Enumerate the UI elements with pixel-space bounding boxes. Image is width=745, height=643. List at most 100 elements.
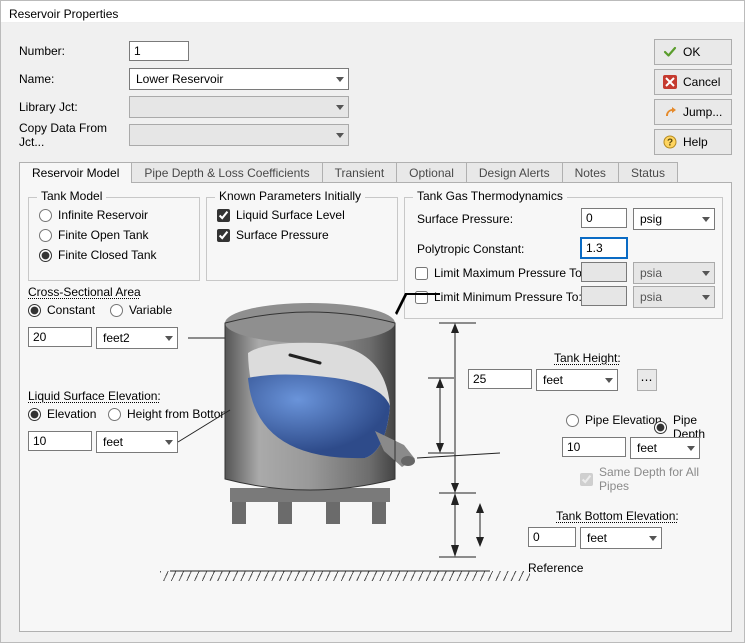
combo-text: psig xyxy=(640,212,662,226)
jump-button[interactable]: Jump... xyxy=(654,99,732,125)
radio-finite-closed-tank[interactable]: Finite Closed Tank xyxy=(39,248,157,262)
tank-diagram xyxy=(170,283,500,613)
chevron-down-icon xyxy=(702,295,710,300)
tab-status[interactable]: Status xyxy=(618,162,678,183)
tab-strip: Reservoir Model Pipe Depth & Loss Coeffi… xyxy=(19,159,732,183)
label-liquid-surface-elevation: Liquid Surface Elevation: xyxy=(28,389,161,403)
combo-text: feet xyxy=(103,435,123,449)
input-polytropic-constant[interactable] xyxy=(581,238,627,258)
check-surface-pressure[interactable]: Surface Pressure xyxy=(217,228,329,242)
tab-design-alerts[interactable]: Design Alerts xyxy=(466,162,563,183)
dialog-window: Reservoir Properties Number: Name: Lower… xyxy=(0,0,745,643)
input-number[interactable] xyxy=(129,41,189,61)
chevron-down-icon xyxy=(702,217,710,222)
header-form: Number: Name: Lower Reservoir Library Jc… xyxy=(19,39,349,151)
chevron-down-icon xyxy=(336,105,344,110)
combo-text: psia xyxy=(640,266,662,280)
chevron-down-icon xyxy=(687,446,695,451)
tab-panel-reservoir-model: Tank Model Infinite Reservoir Finite Ope… xyxy=(19,182,732,632)
chevron-down-icon xyxy=(336,77,344,82)
tab-pipe-depth[interactable]: Pipe Depth & Loss Coefficients xyxy=(131,162,322,183)
tab-reservoir-model[interactable]: Reservoir Model xyxy=(19,162,132,183)
combo-tank-height-unit[interactable]: feet xyxy=(536,369,618,391)
check-label: Liquid Surface Level xyxy=(236,208,345,222)
tab-transient[interactable]: Transient xyxy=(322,162,398,183)
label-name: Name: xyxy=(19,72,129,86)
combo-limit-max-unit: psia xyxy=(633,262,715,284)
ok-button[interactable]: OK xyxy=(654,39,732,65)
help-button[interactable]: ? Help xyxy=(654,129,732,155)
input-limit-min xyxy=(581,286,627,306)
radio-height-from-bottom[interactable]: Height from Bottom xyxy=(108,407,230,421)
check-limit-max-pressure[interactable]: Limit Maximum Pressure To: xyxy=(415,266,585,280)
x-icon xyxy=(663,75,677,89)
tab-label: Pipe Depth & Loss Coefficients xyxy=(144,166,309,180)
label-copy-data: Copy Data From Jct... xyxy=(19,121,129,149)
chevron-down-icon xyxy=(649,536,657,541)
tab-label: Transient xyxy=(335,166,385,180)
tab-label: Design Alerts xyxy=(479,166,550,180)
radio-elevation[interactable]: Elevation xyxy=(28,407,96,421)
group-tank-model: Tank Model Infinite Reservoir Finite Ope… xyxy=(28,197,200,281)
radio-finite-open-tank[interactable]: Finite Open Tank xyxy=(39,228,149,242)
chevron-down-icon xyxy=(605,378,613,383)
cancel-button[interactable]: Cancel xyxy=(654,69,732,95)
check-label: Surface Pressure xyxy=(236,228,329,242)
radio-label: Height from Bottom xyxy=(127,407,230,421)
tab-label: Notes xyxy=(575,166,606,180)
input-surface-pressure[interactable] xyxy=(581,208,627,228)
combo-library-jct[interactable] xyxy=(129,96,349,118)
window-title: Reservoir Properties xyxy=(1,1,744,23)
group-tank-gas-thermo: Tank Gas Thermodynamics Surface Pressure… xyxy=(404,197,723,319)
radio-label: Infinite Reservoir xyxy=(58,208,148,222)
tab-label: Reservoir Model xyxy=(32,166,119,180)
group-known-params: Known Parameters Initially Liquid Surfac… xyxy=(206,197,398,281)
ok-label: OK xyxy=(683,45,700,59)
combo-tank-bottom-unit[interactable]: feet xyxy=(580,527,662,549)
ellipsis-icon: ⋯ xyxy=(641,373,654,387)
caption-known-params: Known Parameters Initially xyxy=(215,189,365,203)
combo-text: feet xyxy=(637,441,657,455)
tank-height-more-button[interactable]: ⋯ xyxy=(637,369,657,391)
chevron-down-icon xyxy=(702,271,710,276)
check-icon xyxy=(663,45,677,59)
input-area-value[interactable] xyxy=(28,327,92,347)
input-pipe-value[interactable] xyxy=(562,437,626,457)
combo-surface-pressure-unit[interactable]: psig xyxy=(633,208,715,230)
input-tank-bottom[interactable] xyxy=(528,527,576,547)
tab-label: Status xyxy=(631,166,665,180)
radio-label: Constant xyxy=(47,303,95,317)
combo-limit-min-unit: psia xyxy=(633,286,715,308)
input-tank-height[interactable] xyxy=(468,369,532,389)
cancel-label: Cancel xyxy=(683,75,720,89)
combo-name-text: Lower Reservoir xyxy=(136,72,223,86)
label-tank-height: Tank Height: xyxy=(554,351,621,365)
label-polytropic-constant: Polytropic Constant: xyxy=(417,242,524,256)
check-label: Limit Minimum Pressure To: xyxy=(434,290,582,304)
check-limit-min-pressure[interactable]: Limit Minimum Pressure To: xyxy=(415,290,582,304)
combo-name[interactable]: Lower Reservoir xyxy=(129,68,349,90)
jump-icon xyxy=(663,105,677,119)
radio-pipe-elevation[interactable]: Pipe Elevation xyxy=(566,413,662,427)
radio-area-variable[interactable]: Variable xyxy=(110,303,172,317)
combo-text: feet xyxy=(587,531,607,545)
check-liquid-surface-level[interactable]: Liquid Surface Level xyxy=(217,208,345,222)
combo-pipe-unit[interactable]: feet xyxy=(630,437,700,459)
combo-copy-data[interactable] xyxy=(129,124,349,146)
jump-label: Jump... xyxy=(683,105,722,119)
input-limit-max xyxy=(581,262,627,282)
label-surface-pressure: Surface Pressure: xyxy=(417,212,513,226)
tab-notes[interactable]: Notes xyxy=(562,162,619,183)
chevron-down-icon xyxy=(165,336,173,341)
combo-area-unit[interactable]: feet2 xyxy=(96,327,178,349)
help-icon: ? xyxy=(663,135,677,149)
tab-optional[interactable]: Optional xyxy=(396,162,467,183)
chevron-down-icon xyxy=(165,440,173,445)
combo-text: psia xyxy=(640,290,662,304)
radio-area-constant[interactable]: Constant xyxy=(28,303,95,317)
input-liquid-surface-value[interactable] xyxy=(28,431,92,451)
label-library-jct: Library Jct: xyxy=(19,100,129,114)
combo-liquid-surface-unit[interactable]: feet xyxy=(96,431,178,453)
radio-infinite-reservoir[interactable]: Infinite Reservoir xyxy=(39,208,148,222)
check-same-depth-all-pipes: Same Depth for All Pipes xyxy=(580,465,731,493)
